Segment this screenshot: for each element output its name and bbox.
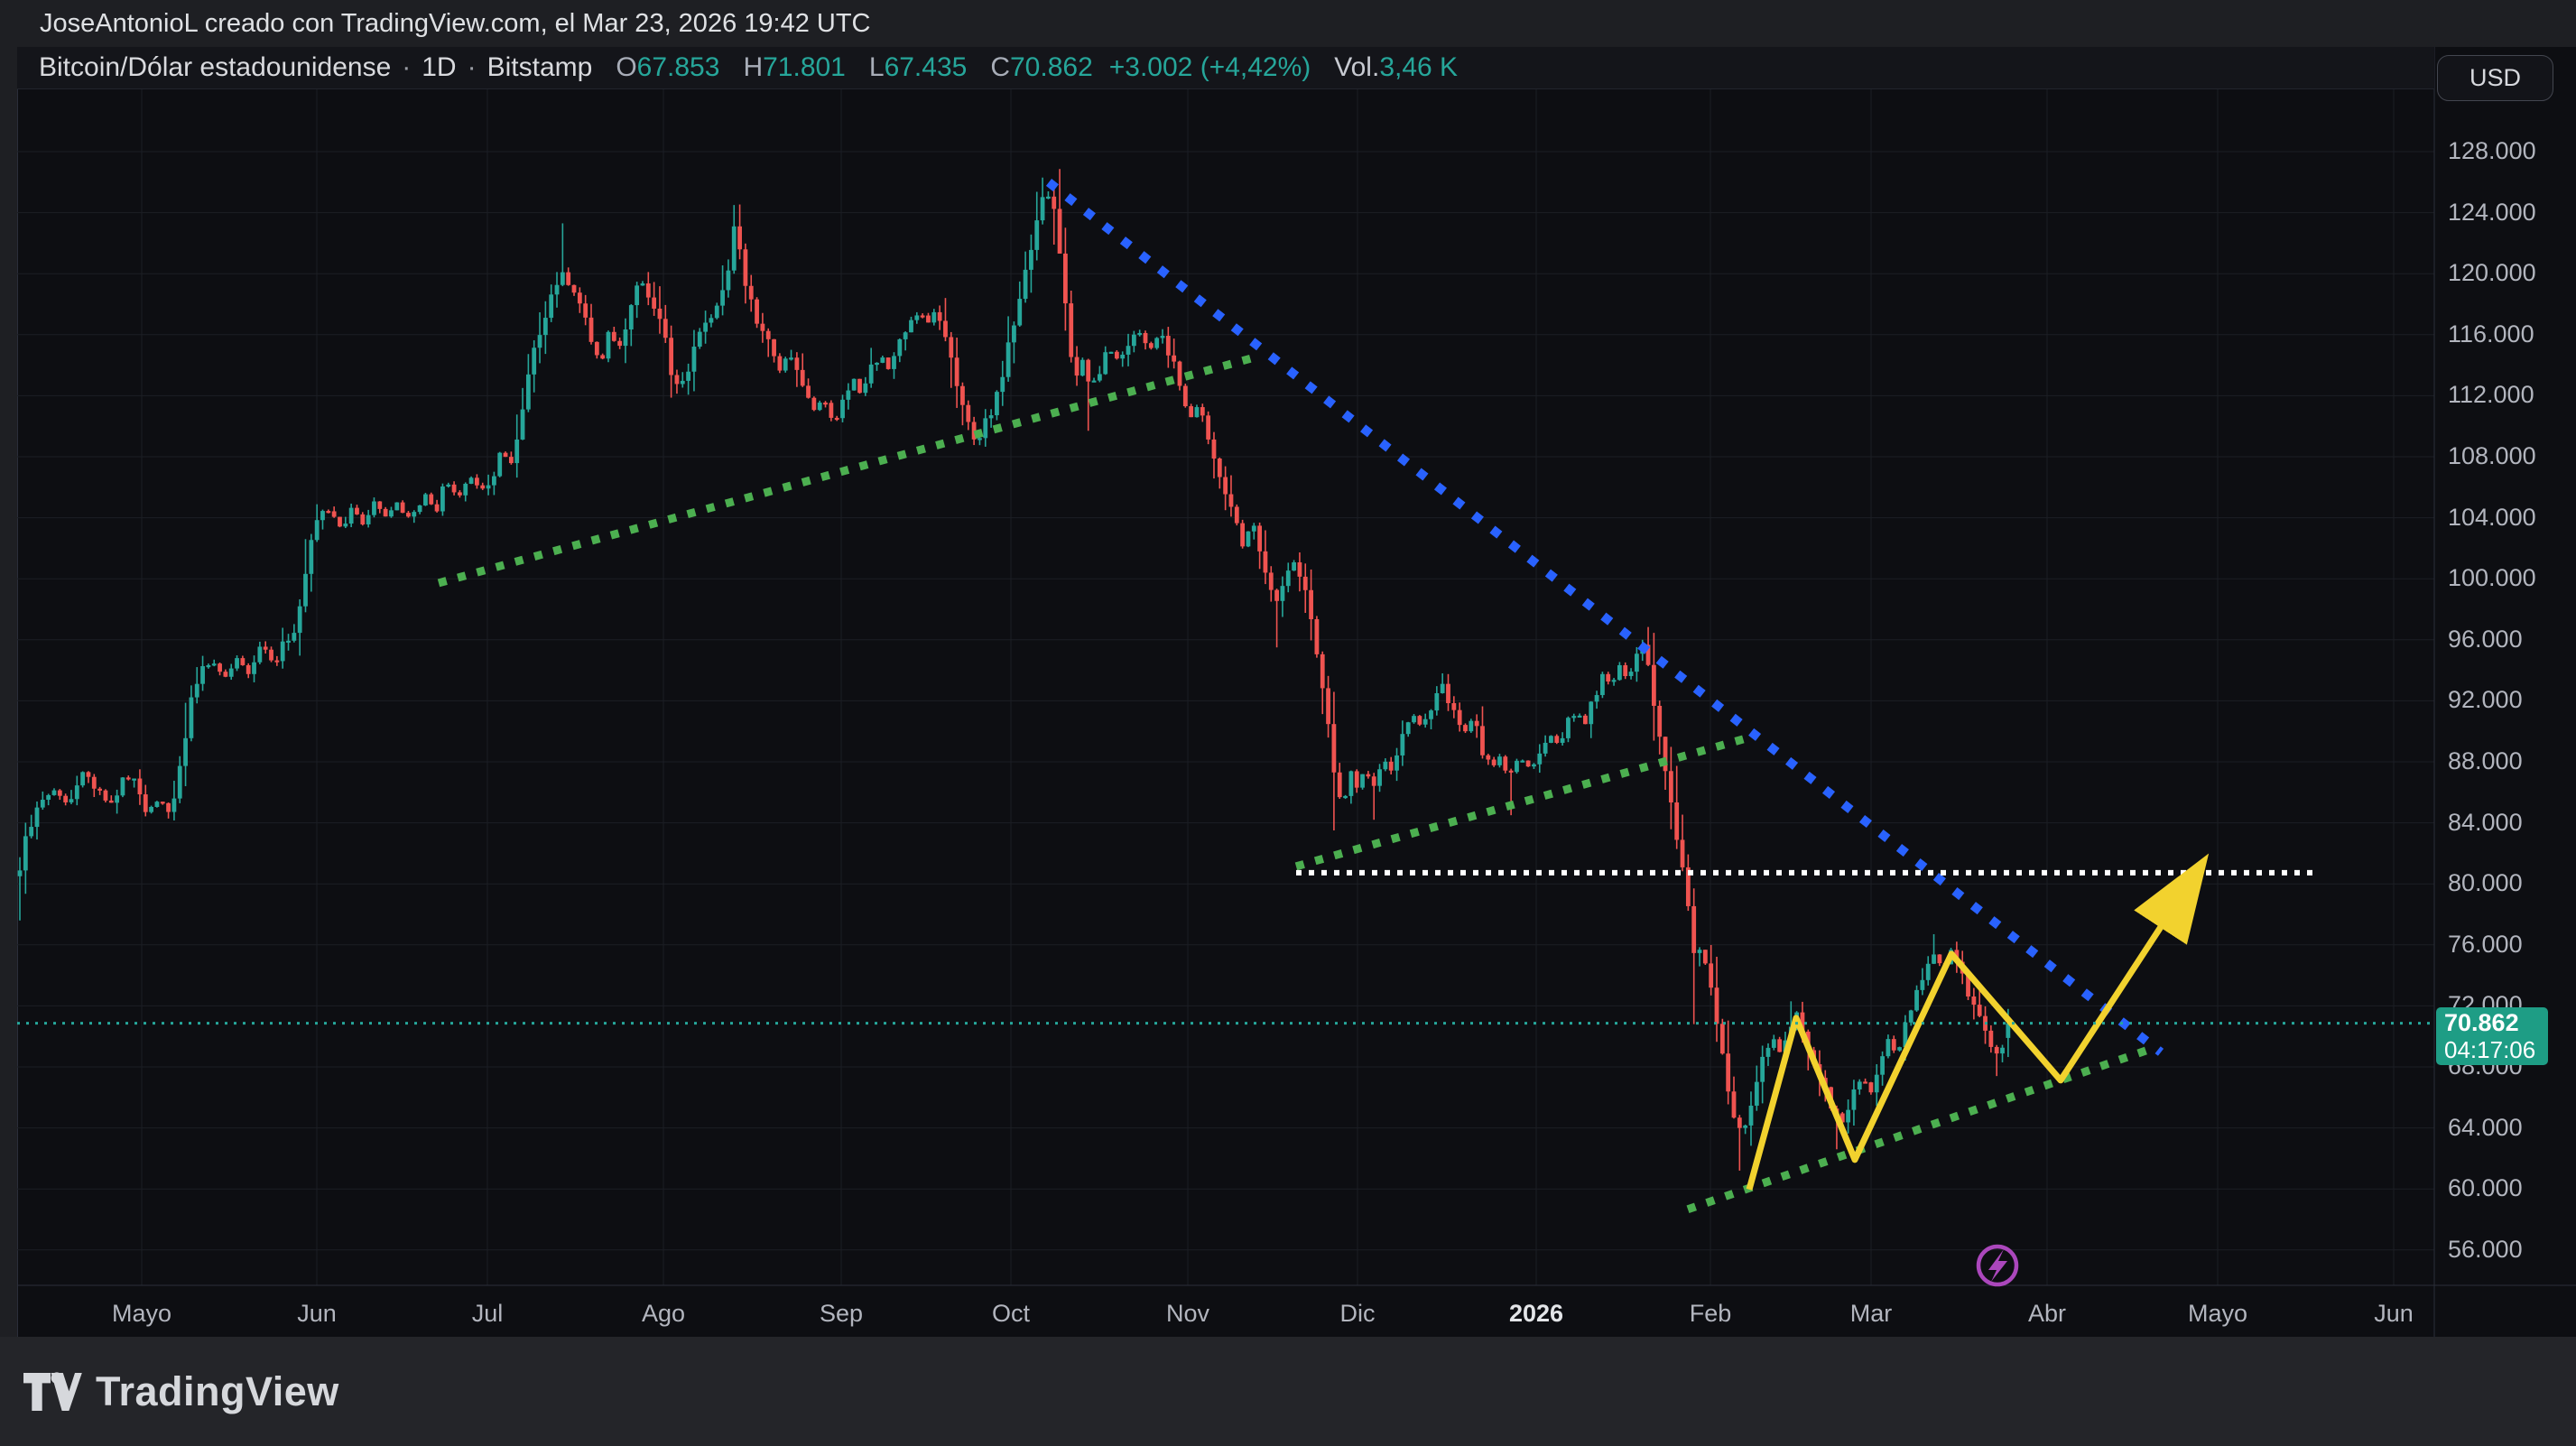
time-axis-label: Mayo <box>2188 1300 2247 1328</box>
price-axis-label: 64.000 <box>2448 1114 2523 1142</box>
volume-value: 3,46 K <box>1379 52 1458 83</box>
time-axis-label: Oct <box>992 1300 1030 1328</box>
tradingview-logo-icon <box>23 1368 83 1415</box>
lightning-icon[interactable] <box>1978 1247 2016 1284</box>
time-axis-label: Sep <box>820 1300 863 1328</box>
bottom-logo-strip: TradingView <box>0 1337 2576 1446</box>
close-label: C <box>990 52 1010 83</box>
time-axis-label: Mayo <box>112 1300 171 1328</box>
low-label: L <box>869 52 885 83</box>
symbol-title[interactable]: Bitcoin/Dólar estadounidense <box>39 52 391 83</box>
chart-drawings <box>17 182 2434 1210</box>
time-axis-label: Jun <box>2374 1300 2414 1328</box>
time-axis-label: 2026 <box>1509 1300 1563 1328</box>
price-axis-label: 60.000 <box>2448 1174 2523 1202</box>
open-value: 67.853 <box>637 52 720 83</box>
time-axis-label: Feb <box>1690 1300 1732 1328</box>
timeframe-label[interactable]: 1D <box>422 52 456 83</box>
currency-button[interactable]: USD <box>2437 55 2553 101</box>
time-axis-label: Jul <box>472 1300 504 1328</box>
volume-label: Vol. <box>1334 52 1379 83</box>
price-axis-label: 124.000 <box>2448 199 2536 227</box>
low-value: 67.435 <box>885 52 968 83</box>
last-price-label: 70.862 04:17:06 <box>2436 1007 2548 1065</box>
exchange-label[interactable]: Bitstamp <box>487 52 593 83</box>
price-axis-label: 76.000 <box>2448 931 2523 959</box>
last-price-value: 70.862 <box>2444 1009 2548 1036</box>
descending-trendline <box>1049 182 2161 1052</box>
legend-separator: · <box>468 52 477 83</box>
bar-countdown: 04:17:06 <box>2444 1037 2548 1063</box>
price-axis-label: 128.000 <box>2448 137 2536 165</box>
open-label: O <box>616 52 636 83</box>
change-value: +3.002 (+4,42%) <box>1109 52 1311 83</box>
price-axis-label: 80.000 <box>2448 869 2523 897</box>
tradingview-logo[interactable]: TradingView <box>23 1368 339 1415</box>
price-axis-label: 108.000 <box>2448 442 2536 470</box>
projection-zigzag-arrow <box>1749 880 2191 1190</box>
tradingview-logo-text: TradingView <box>96 1368 339 1415</box>
legend-separator: · <box>402 52 411 83</box>
price-axis-label: 92.000 <box>2448 686 2523 714</box>
time-axis-label: Dic <box>1340 1300 1376 1328</box>
symbol-legend[interactable]: Bitcoin/Dólar estadounidense · 1D · Bits… <box>39 52 1458 83</box>
high-label: H <box>743 52 763 83</box>
price-axis-label: 84.000 <box>2448 809 2523 837</box>
time-axis-label: Ago <box>642 1300 685 1328</box>
legend-band: Bitcoin/Dólar estadounidense · 1D · Bits… <box>17 47 2434 89</box>
grid-lines <box>17 47 2434 1285</box>
price-axis-label: 88.000 <box>2448 747 2523 775</box>
candlestick-chart[interactable] <box>0 0 2576 1446</box>
time-axis-label: Jun <box>297 1300 337 1328</box>
high-value: 71.801 <box>763 52 846 83</box>
price-axis-label: 116.000 <box>2448 320 2534 348</box>
price-axis-label: 96.000 <box>2448 626 2523 653</box>
time-axis-label: Nov <box>1166 1300 1209 1328</box>
time-axis-label: Mar <box>1850 1300 1893 1328</box>
price-axis-label: 112.000 <box>2448 381 2534 409</box>
price-axis-label: 104.000 <box>2448 504 2536 532</box>
price-axis-label: 100.000 <box>2448 564 2536 592</box>
price-axis-label: 120.000 <box>2448 259 2536 287</box>
close-value: 70.862 <box>1010 52 1093 83</box>
time-axis-label: Abr <box>2028 1300 2066 1328</box>
price-axis-label: 56.000 <box>2448 1236 2523 1264</box>
